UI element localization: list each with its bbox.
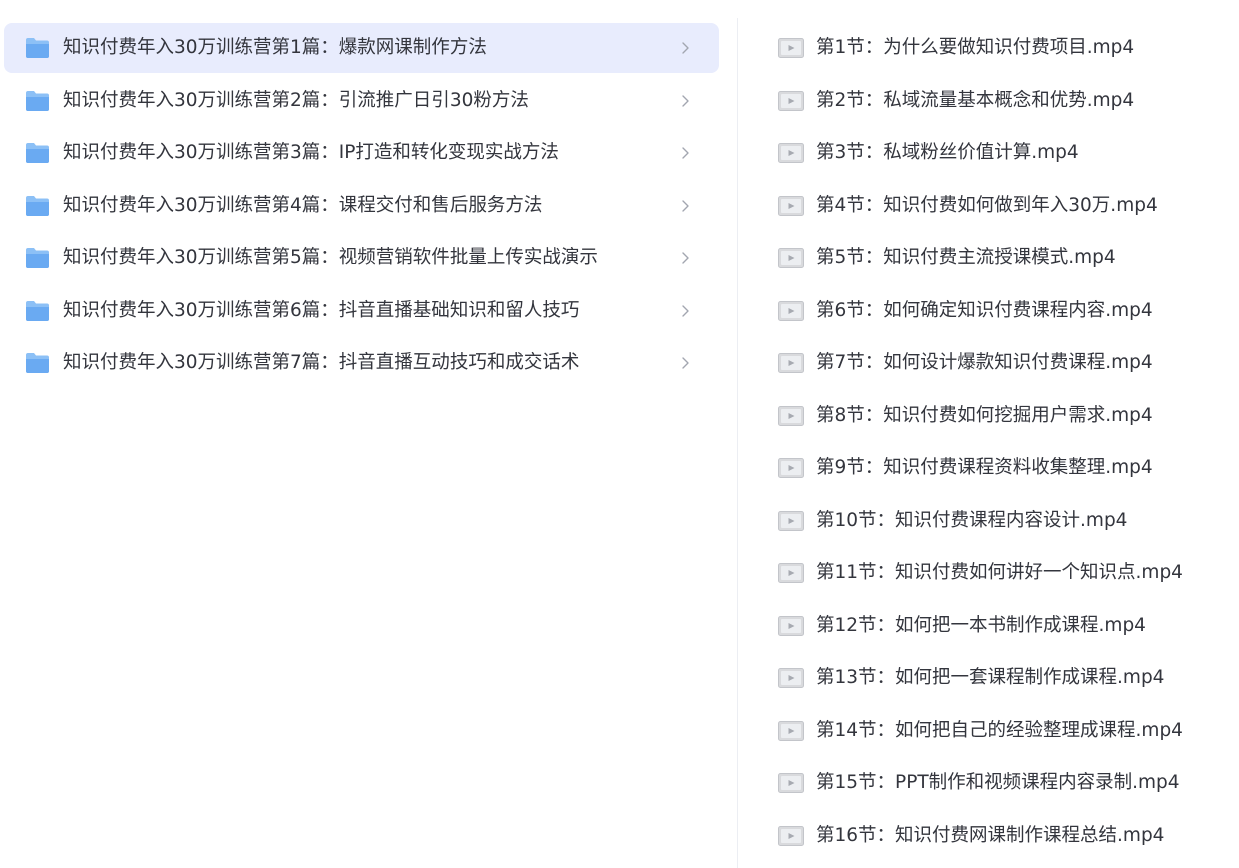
video-thumbnail-icon — [778, 405, 804, 426]
folder-label: 知识付费年入30万训练营第1篇：爆款网课制作方法 — [63, 37, 487, 58]
folder-item[interactable]: 知识付费年入30万训练营第6篇：抖音直播基础知识和留人技巧 — [4, 286, 719, 336]
file-label: 第1节：为什么要做知识付费项目.mp4 — [816, 37, 1135, 58]
file-item[interactable]: 第1节：为什么要做知识付费项目.mp4 — [768, 22, 1239, 74]
file-label: 第13节：如何把一套课程制作成课程.mp4 — [816, 667, 1165, 688]
folder-label: 知识付费年入30万训练营第5篇：视频营销软件批量上传实战演示 — [63, 247, 598, 268]
chevron-right-icon — [682, 42, 689, 54]
file-browser: 知识付费年入30万训练营第1篇：爆款网课制作方法知识付费年入30万训练营第2篇：… — [0, 0, 1239, 868]
file-label: 第4节：知识付费如何做到年入30万.mp4 — [816, 194, 1158, 216]
file-label: 第16节：知识付费网课制作课程总结.mp4 — [816, 824, 1165, 846]
video-thumbnail-icon — [778, 615, 804, 636]
file-item[interactable]: 第10节：知识付费课程内容设计.mp4 — [768, 495, 1239, 547]
folder-item[interactable]: 知识付费年入30万训练营第4篇：课程交付和售后服务方法 — [4, 181, 719, 231]
folder-item[interactable]: 知识付费年入30万训练营第5篇：视频营销软件批量上传实战演示 — [4, 233, 719, 283]
video-thumbnail-icon — [778, 668, 804, 688]
folder-label: 知识付费年入30万训练营第7篇：抖音直播互动技巧和成交话术 — [63, 352, 580, 373]
video-thumbnail-icon — [778, 38, 804, 58]
chevron-right-icon — [682, 304, 689, 317]
file-item[interactable]: 第16节：知识付费网课制作课程总结.mp4 — [768, 810, 1239, 862]
folder-icon — [26, 248, 49, 268]
folder-icon — [26, 300, 49, 321]
video-thumbnail-icon — [778, 195, 804, 216]
file-label: 第2节：私域流量基本概念和优势.mp4 — [816, 89, 1135, 111]
file-label: 第12节：如何把一本书制作成课程.mp4 — [816, 614, 1146, 636]
folder-icon — [26, 353, 49, 373]
file-label: 第3节：私域粉丝价值计算.mp4 — [816, 142, 1079, 163]
video-thumbnail-icon — [778, 563, 804, 583]
video-thumbnail-icon — [778, 90, 804, 111]
chevron-right-icon — [682, 252, 689, 264]
video-thumbnail-icon — [778, 720, 804, 741]
file-label: 第6节：如何确定知识付费课程内容.mp4 — [816, 299, 1153, 321]
file-label: 第10节：知识付费课程内容设计.mp4 — [816, 509, 1128, 531]
folder-label: 知识付费年入30万训练营第6篇：抖音直播基础知识和留人技巧 — [63, 299, 580, 321]
chevron-right-icon — [682, 357, 689, 369]
folder-label: 知识付费年入30万训练营第4篇：课程交付和售后服务方法 — [63, 194, 543, 216]
video-thumbnail-icon — [778, 458, 804, 478]
folder-icon — [26, 195, 49, 216]
file-item[interactable]: 第2节：私域流量基本概念和优势.mp4 — [768, 75, 1239, 127]
folder-icon — [26, 38, 49, 58]
folder-icon — [26, 143, 49, 163]
chevron-right-icon — [682, 199, 689, 212]
file-item[interactable]: 第7节：如何设计爆款知识付费课程.mp4 — [768, 337, 1239, 389]
file-label: 第5节：知识付费主流授课模式.mp4 — [816, 247, 1116, 268]
file-list: 第1节：为什么要做知识付费项目.mp4 第2节：私域流量基本概念和优势.mp4 第3… — [738, 0, 1239, 868]
file-item[interactable]: 第6节：如何确定知识付费课程内容.mp4 — [768, 285, 1239, 337]
file-label: 第9节：知识付费课程资料收集整理.mp4 — [816, 457, 1153, 478]
file-item[interactable]: 第3节：私域粉丝价值计算.mp4 — [768, 127, 1239, 179]
video-thumbnail-icon — [778, 353, 804, 373]
video-thumbnail-icon — [778, 510, 804, 531]
file-label: 第14节：如何把自己的经验整理成课程.mp4 — [816, 719, 1183, 741]
file-item[interactable]: 第15节：PPT制作和视频课程内容录制.mp4 — [768, 757, 1239, 809]
video-thumbnail-icon — [778, 300, 804, 321]
file-item[interactable]: 第12节：如何把一本书制作成课程.mp4 — [768, 600, 1239, 652]
file-item[interactable]: 第11节：知识付费如何讲好一个知识点.mp4 — [768, 547, 1239, 599]
file-label: 第7节：如何设计爆款知识付费课程.mp4 — [816, 352, 1153, 373]
video-thumbnail-icon — [778, 248, 804, 268]
chevron-right-icon — [682, 147, 689, 159]
file-item[interactable]: 第4节：知识付费如何做到年入30万.mp4 — [768, 180, 1239, 232]
folder-item[interactable]: 知识付费年入30万训练营第7篇：抖音直播互动技巧和成交话术 — [4, 338, 719, 388]
chevron-right-icon — [682, 94, 689, 107]
video-thumbnail-icon — [778, 143, 804, 163]
folder-label: 知识付费年入30万训练营第3篇：IP打造和转化变现实战方法 — [63, 142, 559, 163]
file-item[interactable]: 第8节：知识付费如何挖掘用户需求.mp4 — [768, 390, 1239, 442]
file-label: 第11节：知识付费如何讲好一个知识点.mp4 — [816, 562, 1183, 583]
file-label: 第15节：PPT制作和视频课程内容录制.mp4 — [816, 772, 1180, 793]
file-item[interactable]: 第13节：如何把一套课程制作成课程.mp4 — [768, 652, 1239, 704]
file-label: 第8节：知识付费如何挖掘用户需求.mp4 — [816, 404, 1153, 426]
video-thumbnail-icon — [778, 773, 804, 793]
folder-label: 知识付费年入30万训练营第2篇：引流推广日引30粉方法 — [63, 89, 529, 111]
folder-item[interactable]: 知识付费年入30万训练营第3篇：IP打造和转化变现实战方法 — [4, 128, 719, 178]
file-item[interactable]: 第9节：知识付费课程资料收集整理.mp4 — [768, 442, 1239, 494]
file-item[interactable]: 第14节：如何把自己的经验整理成课程.mp4 — [768, 705, 1239, 757]
file-item[interactable]: 第5节：知识付费主流授课模式.mp4 — [768, 232, 1239, 284]
video-thumbnail-icon — [778, 825, 804, 846]
folder-item[interactable]: 知识付费年入30万训练营第1篇：爆款网课制作方法 — [4, 23, 719, 73]
folder-icon — [26, 90, 49, 111]
folder-item[interactable]: 知识付费年入30万训练营第2篇：引流推广日引30粉方法 — [4, 76, 719, 126]
folder-list: 知识付费年入30万训练营第1篇：爆款网课制作方法知识付费年入30万训练营第2篇：… — [0, 0, 737, 868]
